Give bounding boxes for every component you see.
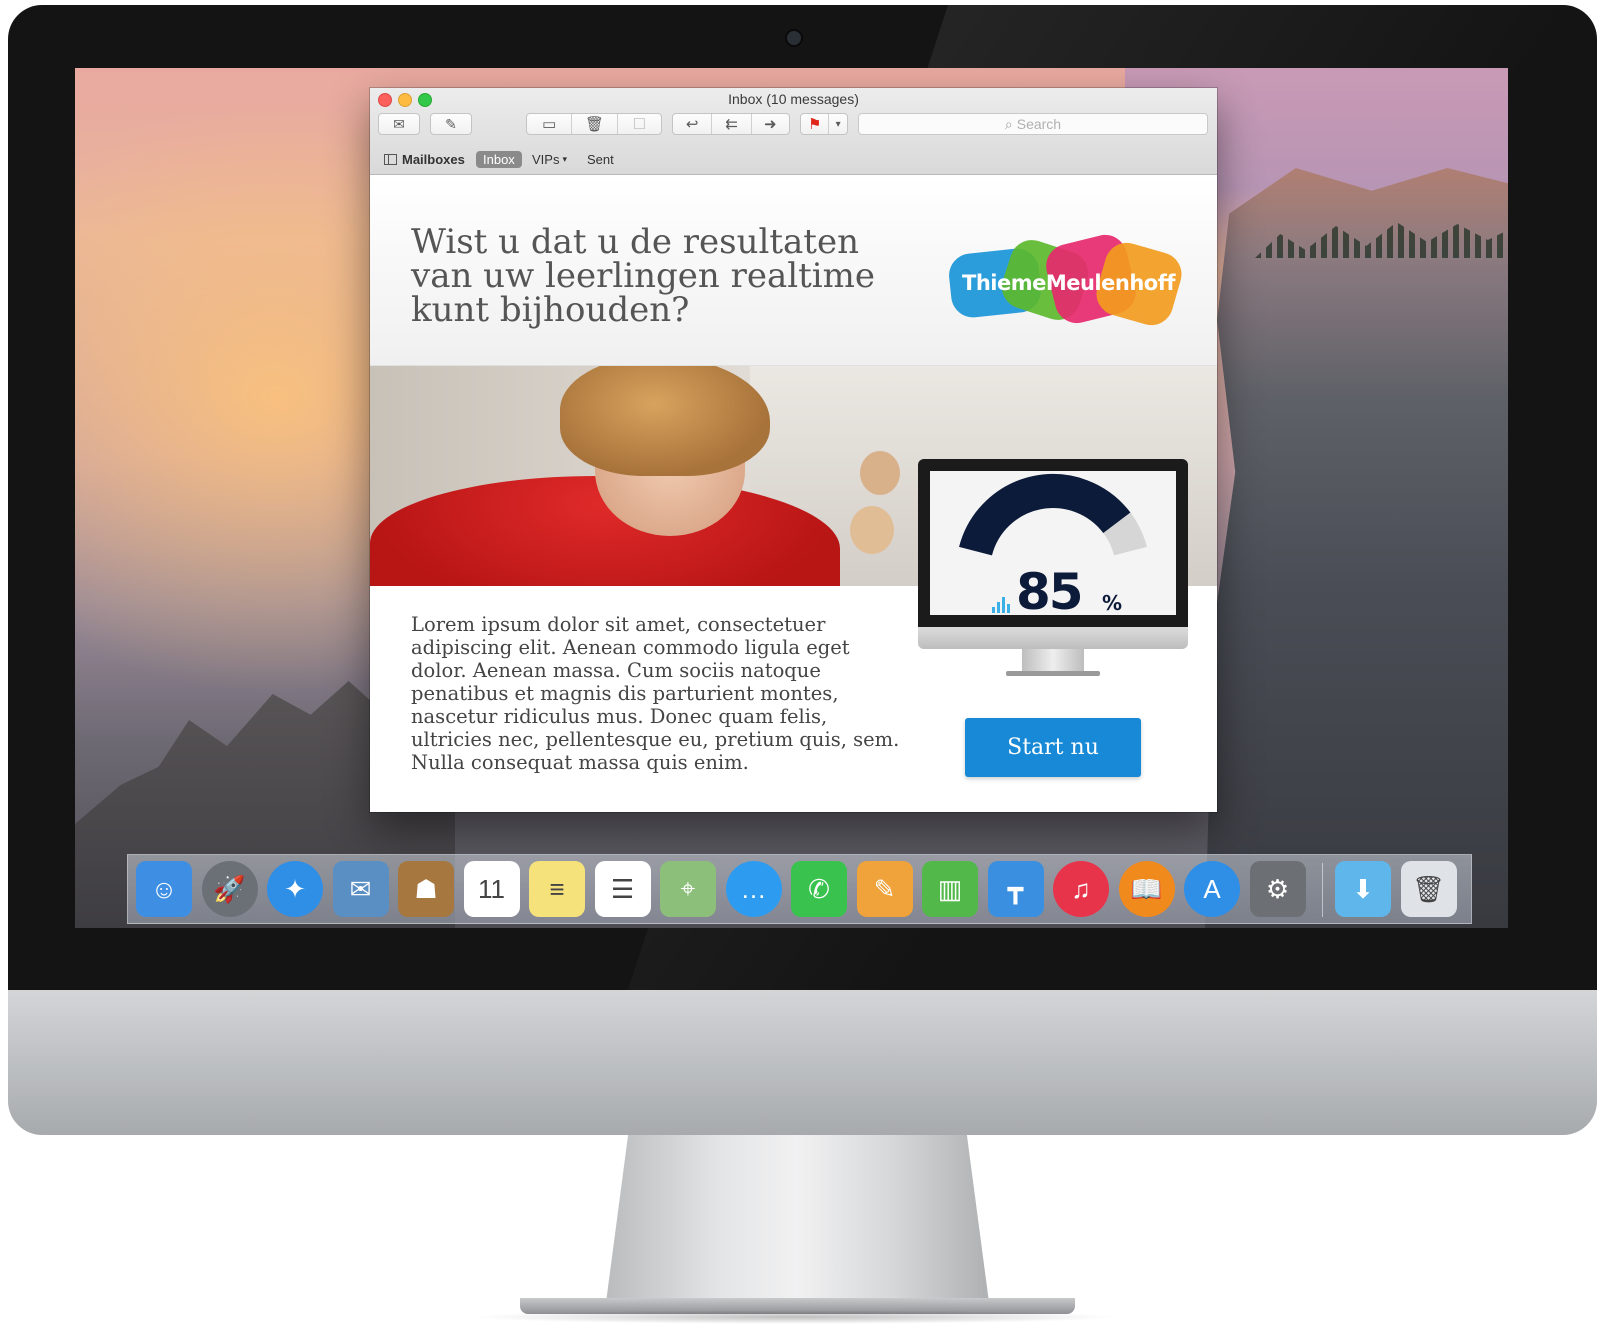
- score-unit: %: [1102, 591, 1123, 615]
- gauge-fill: [959, 474, 1131, 556]
- favorites-bar: Mailboxes Inbox VIPs ▾ Sent: [370, 146, 1217, 174]
- forward-icon: ➜: [764, 116, 777, 133]
- compose-button[interactable]: ✎: [430, 113, 472, 135]
- start-now-button[interactable]: Start nu: [965, 718, 1141, 777]
- search-icon: ⌕: [1004, 116, 1013, 132]
- flag-button[interactable]: ⚑: [801, 114, 830, 134]
- message-content: Wist u dat u de resultaten van uw leerli…: [370, 175, 1217, 812]
- mail-icon[interactable]: ✉: [332, 861, 389, 917]
- get-mail-button[interactable]: ✉: [378, 113, 420, 135]
- reply-button[interactable]: ↩: [673, 114, 713, 134]
- email-headline: Wist u dat u de resultaten van uw leerli…: [411, 222, 876, 330]
- desktop: Inbox (10 messages) ✉ ✎ ▭ 🗑 ☐ ↩ ⇇ ➜ ⚑ ▾: [75, 68, 1508, 928]
- downloads-folder-icon[interactable]: ⬇: [1335, 861, 1391, 917]
- mailboxes-label: Mailboxes: [402, 152, 465, 167]
- search-input[interactable]: ⌕ Search: [858, 113, 1208, 135]
- chevron-down-icon: ▾: [835, 118, 841, 130]
- junk-icon: ☐: [632, 116, 647, 133]
- search-placeholder: Search: [1016, 116, 1062, 132]
- wallpaper-mountain-right: [1205, 168, 1508, 928]
- photo-background-child: [850, 506, 894, 554]
- calendar-icon[interactable]: 11: [463, 861, 520, 917]
- photo-background-child: [860, 451, 900, 495]
- sidebar-icon: [384, 154, 397, 165]
- system-preferences-icon[interactable]: ⚙: [1249, 861, 1306, 917]
- facetime-icon[interactable]: ✆: [791, 861, 847, 917]
- flag-menu-button[interactable]: ▾: [829, 114, 847, 134]
- photo-student-hair: [560, 366, 770, 476]
- email-body-text: Lorem ipsum dolor sit amet, consectetuer…: [411, 613, 900, 774]
- trash-icon: 🗑: [584, 116, 605, 133]
- score-value: 85: [1016, 563, 1084, 615]
- imac-chin: [8, 990, 1597, 1135]
- messages-icon[interactable]: …: [725, 861, 782, 917]
- delete-button[interactable]: 🗑: [572, 114, 618, 134]
- mail-titlebar: Inbox (10 messages) ✉ ✎ ▭ 🗑 ☐ ↩ ⇇ ➜ ⚑ ▾: [370, 88, 1217, 175]
- favorite-inbox[interactable]: Inbox: [476, 151, 522, 168]
- window-title: Inbox (10 messages): [728, 91, 859, 107]
- forward-button[interactable]: ➜: [752, 114, 789, 134]
- reply-icon: ↩: [685, 116, 699, 133]
- reply-all-icon: ⇇: [725, 116, 738, 133]
- junk-button[interactable]: ☐: [618, 114, 661, 134]
- reply-all-button[interactable]: ⇇: [712, 114, 752, 134]
- monitor-stand: [1022, 649, 1084, 673]
- mailboxes-button[interactable]: Mailboxes: [384, 152, 465, 167]
- compose-icon: ✎: [445, 116, 457, 132]
- keynote-icon[interactable]: ┳: [987, 861, 1044, 917]
- flag-icon: ⚑: [807, 116, 822, 133]
- archive-delete-junk-group: ▭ 🗑 ☐: [526, 113, 662, 135]
- vips-label: VIPs: [532, 152, 560, 167]
- notes-icon[interactable]: ≡: [529, 861, 585, 917]
- pages-icon[interactable]: ✎: [856, 861, 913, 917]
- launchpad-icon[interactable]: 🚀: [201, 861, 258, 917]
- logo-text: ThiemeMeulenhoff: [962, 271, 1175, 295]
- maps-icon[interactable]: ⌖: [660, 861, 716, 917]
- ibooks-icon[interactable]: 📖: [1118, 861, 1175, 917]
- dock: ☺ 🚀 ✦ ✉ ☗ 11 ≡ ☰ ⌖… ✆ ✎ ▥ ┳ ♫ 📖 A ⚙ ⬇ 🗑: [127, 854, 1472, 924]
- thiememeulenhoff-logo: ThiemeMeulenhoff: [946, 230, 1187, 331]
- reply-group: ↩ ⇇ ➜: [672, 113, 790, 135]
- numbers-icon[interactable]: ▥: [922, 861, 978, 917]
- safari-icon[interactable]: ✦: [267, 861, 323, 917]
- monitor-chin: [918, 627, 1188, 649]
- bar-chart-icon: [992, 595, 1014, 613]
- stand-shadow: [470, 1310, 1120, 1324]
- favorite-sent[interactable]: Sent: [587, 152, 614, 167]
- archive-icon: ▭: [542, 116, 557, 133]
- imac-stand: [605, 1135, 990, 1310]
- app-store-icon[interactable]: A: [1184, 861, 1240, 917]
- monitor-base: [1006, 671, 1100, 676]
- finder-icon[interactable]: ☺: [136, 861, 192, 917]
- favorite-vips[interactable]: VIPs ▾: [532, 152, 567, 167]
- itunes-icon[interactable]: ♫: [1053, 861, 1109, 917]
- contacts-icon[interactable]: ☗: [398, 861, 454, 917]
- chevron-down-icon: ▾: [562, 154, 567, 164]
- trash-icon[interactable]: 🗑: [1400, 861, 1457, 917]
- dock-separator: [1322, 863, 1323, 917]
- monitor-screen: 85 %: [930, 471, 1176, 615]
- mail-window: Inbox (10 messages) ✉ ✎ ▭ 🗑 ☐ ↩ ⇇ ➜ ⚑ ▾: [370, 88, 1217, 812]
- flag-group: ⚑ ▾: [800, 113, 848, 135]
- archive-button[interactable]: ▭: [527, 114, 573, 134]
- envelope-icon: ✉: [393, 116, 405, 132]
- camera-icon: [785, 29, 803, 47]
- email-header: Wist u dat u de resultaten van uw leerli…: [370, 175, 1217, 366]
- monitor-illustration: 85 %: [918, 459, 1188, 676]
- reminders-icon[interactable]: ☰: [594, 861, 651, 917]
